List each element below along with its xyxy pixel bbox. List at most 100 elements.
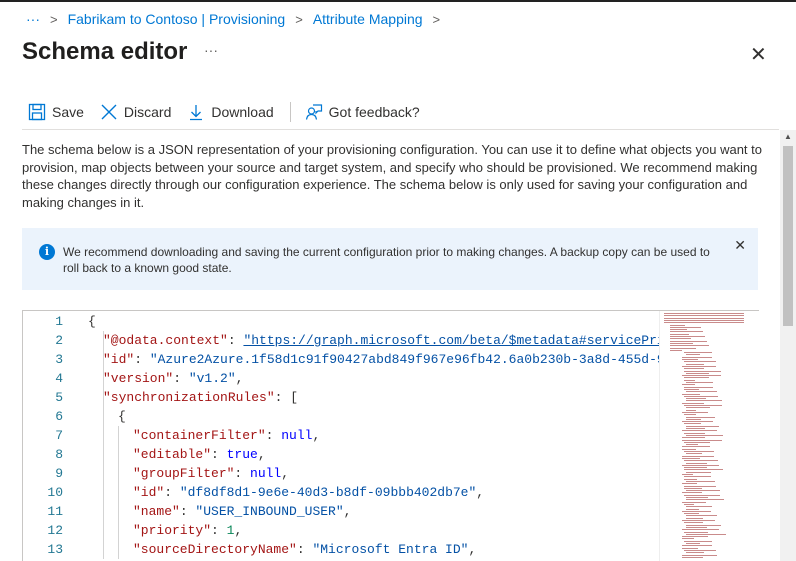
info-banner-text: We recommend downloading and saving the … — [63, 245, 710, 275]
code-token: "containerFilter" — [133, 428, 266, 443]
code-text: "sourceDirectoryName": "Microsoft Entra … — [133, 540, 476, 559]
minimap-line — [686, 517, 703, 519]
minimap-line — [682, 393, 700, 395]
minimap-line — [684, 460, 719, 462]
minimap-line — [686, 354, 700, 356]
minimap-line — [686, 480, 716, 482]
close-icon[interactable]: ✕ — [734, 237, 746, 253]
line-number: 12 — [47, 523, 63, 538]
save-button[interactable]: Save — [28, 103, 84, 121]
line-number: 9 — [55, 466, 63, 481]
minimap-line — [684, 395, 718, 397]
code-token: : [ — [274, 390, 299, 405]
code-text: "@odata.context": "https://graph.microso… — [103, 331, 659, 350]
feedback-button[interactable]: Got feedback? — [305, 103, 420, 121]
minimap-line — [686, 398, 706, 400]
discard-button[interactable]: Discard — [100, 103, 171, 121]
minimap-line — [682, 439, 722, 441]
code-token: : — [234, 466, 251, 481]
minimap-line — [682, 554, 717, 556]
code-token: "id" — [103, 352, 135, 367]
minimap-line — [684, 370, 721, 372]
minimap-line — [682, 356, 712, 358]
code-token: : — [227, 333, 244, 348]
minimap-line — [684, 405, 722, 406]
breadcrumb-ellipsis[interactable]: ··· — [26, 11, 40, 27]
code-token: , — [476, 485, 485, 500]
minimap-line — [686, 428, 705, 429]
code-line[interactable]: 4 "version": "v1.2", — [23, 369, 659, 388]
code-token: "USER_INBOUND_USER" — [195, 504, 344, 519]
code-token: null — [281, 428, 313, 443]
minimap-line — [684, 423, 701, 425]
code-text: "version": "v1.2", — [103, 369, 243, 388]
page-scrollbar[interactable]: ▲ — [780, 130, 796, 561]
minimap-line — [670, 342, 694, 344]
minimap-line — [684, 540, 712, 542]
minimap-line — [686, 444, 698, 446]
code-line[interactable]: 6{ — [23, 407, 659, 426]
minimap-line — [684, 503, 695, 505]
chevron-right-icon: > — [50, 11, 58, 27]
code-line[interactable]: 5 "synchronizationRules": [ — [23, 388, 659, 407]
code-token: "groupFilter" — [133, 466, 235, 481]
code-text: "priority": 1, — [133, 521, 242, 540]
minimap-line — [684, 377, 709, 379]
code-token: , — [257, 447, 266, 462]
info-banner: i We recommend downloading and saving th… — [22, 228, 758, 290]
json-code-editor[interactable]: 1{ 2 "@odata.context": "https://graph.micr… — [22, 310, 759, 561]
discard-label: Discard — [123, 104, 172, 120]
minimap-line — [684, 388, 700, 390]
minimap-line — [664, 322, 744, 324]
chevron-right-icon: > — [295, 11, 303, 27]
line-number: 2 — [55, 333, 63, 348]
scroll-up-arrow-icon[interactable]: ▲ — [784, 132, 792, 141]
code-token: , — [468, 542, 477, 557]
minimap-line — [686, 524, 722, 526]
minimap-line — [682, 359, 698, 360]
code-token: : — [211, 523, 227, 538]
code-line[interactable]: 3 "id": "Azure2Azure.1f58d1c91f90427abd84… — [23, 350, 659, 369]
code-text: { — [88, 312, 96, 331]
code-token: : — [265, 428, 282, 443]
minimap-line — [682, 457, 701, 459]
minimap-line — [686, 407, 711, 409]
code-token: "df8df8d1-9e6e-40d3-b8df-09bbb402db7e" — [179, 485, 477, 500]
close-icon[interactable]: ✕ — [750, 42, 767, 67]
breadcrumb-attribute-mapping[interactable]: Attribute Mapping — [313, 11, 423, 27]
minimap-line — [670, 324, 685, 326]
minimap-line — [670, 338, 692, 340]
code-line[interactable]: 2 "@odata.context": "https://graph.micros… — [23, 331, 659, 350]
code-line[interactable]: 1{ — [23, 312, 659, 331]
minimap-line — [684, 361, 717, 363]
line-number: 10 — [47, 485, 63, 500]
minimap-line — [686, 418, 701, 420]
minimap-line — [686, 490, 720, 492]
minimap-line — [686, 497, 708, 498]
minimap-line — [686, 434, 724, 436]
minimap-line — [682, 384, 696, 386]
line-number: 11 — [47, 504, 63, 519]
code-minimap[interactable] — [659, 311, 759, 561]
code-token: null — [250, 466, 282, 481]
code-token: "v1.2" — [188, 371, 236, 386]
minimap-line — [684, 414, 697, 416]
minimap-line — [670, 329, 687, 331]
minimap-line — [682, 448, 696, 450]
minimap-line — [670, 340, 708, 342]
minimap-line — [684, 522, 704, 524]
code-token: "version" — [103, 371, 174, 386]
code-token: "https://graph.microsoft.com/beta/$metad… — [243, 333, 659, 348]
minimap-line — [686, 400, 722, 402]
code-text: { — [118, 407, 126, 426]
breadcrumb-provisioning[interactable]: Fabrikam to Contoso | Provisioning — [68, 11, 286, 27]
minimap-line — [686, 372, 709, 374]
scrollbar-thumb[interactable] — [783, 146, 793, 326]
minimap-line — [686, 508, 699, 510]
download-icon — [190, 105, 203, 121]
download-button[interactable]: Download — [187, 103, 274, 121]
code-token: true — [226, 447, 258, 462]
minimap-line — [684, 469, 723, 471]
more-options-button[interactable]: ··· — [204, 42, 218, 58]
minimap-line — [686, 363, 705, 365]
